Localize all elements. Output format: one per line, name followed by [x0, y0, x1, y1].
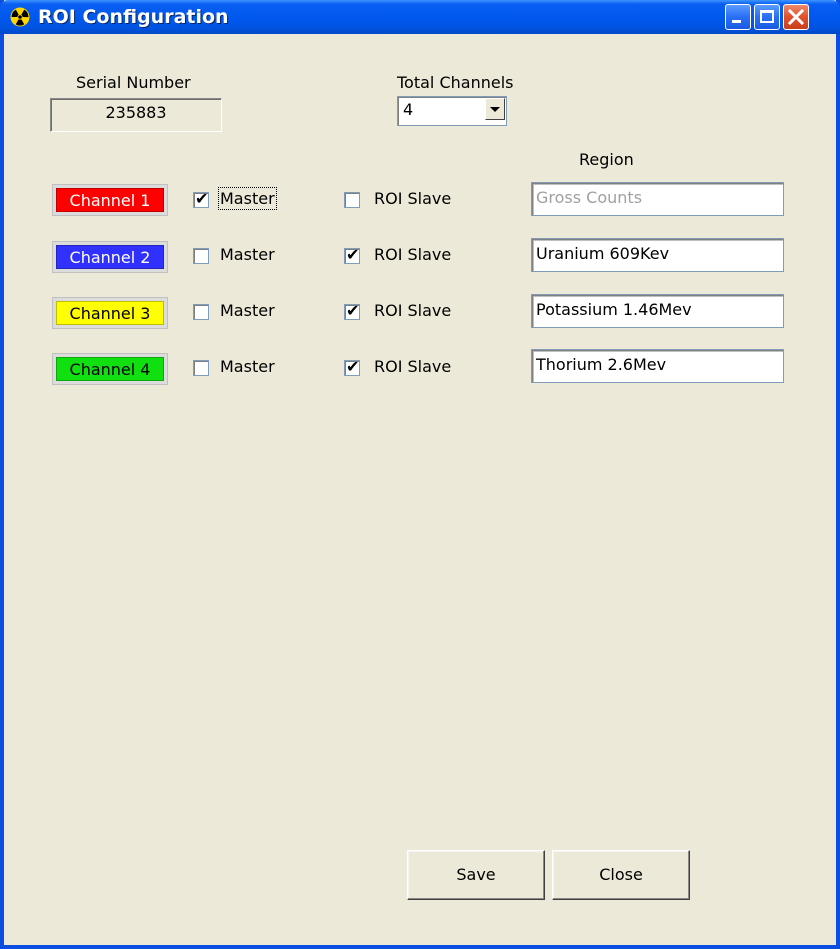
save-button[interactable]: Save [407, 850, 545, 900]
channel-1-master-label[interactable]: Master [218, 187, 277, 210]
channel-4-master-label[interactable]: Master [220, 357, 275, 376]
channel-1-slave-checkbox[interactable] [344, 192, 360, 208]
channel-4-slave-label[interactable]: ROI Slave [374, 357, 451, 376]
checkmark-icon: ✔ [346, 301, 360, 320]
channel-2-slave-checkbox[interactable]: ✔ [344, 245, 360, 264]
channel-1-slave-label[interactable]: ROI Slave [374, 189, 451, 208]
close-window-button[interactable] [783, 4, 809, 30]
checkmark-icon: ✔ [346, 357, 360, 376]
channel-1-button[interactable]: Channel 1 [52, 184, 168, 216]
channel-3-master-checkbox[interactable] [193, 304, 209, 320]
region-header: Region [579, 150, 634, 169]
channel-3-slave-label[interactable]: ROI Slave [374, 301, 451, 320]
maximize-button[interactable] [754, 4, 780, 30]
close-icon [787, 8, 805, 26]
channel-3-label: Channel 3 [56, 301, 164, 325]
close-button[interactable]: Close [552, 850, 690, 900]
channel-4-label: Channel 4 [56, 357, 164, 381]
checkmark-icon: ✔ [346, 245, 360, 264]
channel-2-master-label[interactable]: Master [220, 245, 275, 264]
channel-4-region-input[interactable]: Thorium 2.6Mev [531, 349, 784, 383]
roi-configuration-window: ROI Configuration Serial Number 235883 T… [0, 0, 840, 949]
channel-2-button[interactable]: Channel 2 [52, 241, 168, 273]
channel-3-master-label[interactable]: Master [220, 301, 275, 320]
channel-3-button[interactable]: Channel 3 [52, 297, 168, 329]
total-channels-value: 4 [403, 100, 414, 119]
channel-3-slave-checkbox[interactable]: ✔ [344, 301, 360, 320]
channel-4-master-checkbox[interactable] [193, 360, 209, 376]
chevron-down-icon [490, 107, 500, 112]
channel-2-region-input[interactable]: Uranium 609Kev [531, 238, 784, 272]
dropdown-button[interactable] [485, 98, 505, 120]
channel-4-button[interactable]: Channel 4 [52, 353, 168, 385]
channel-1-label: Channel 1 [56, 188, 164, 212]
channel-4-slave-checkbox[interactable]: ✔ [344, 357, 360, 376]
channel-2-label: Channel 2 [56, 245, 164, 269]
window-title: ROI Configuration [38, 6, 229, 28]
serial-number-field: 235883 [50, 98, 222, 132]
channel-1-region-input[interactable]: Gross Counts [531, 182, 784, 216]
minimize-button[interactable] [725, 4, 751, 30]
title-bar[interactable]: ROI Configuration [0, 0, 840, 34]
channel-1-master-checkbox[interactable]: ✔ [193, 189, 209, 208]
total-channels-select[interactable]: 4 [397, 96, 507, 126]
channel-2-master-checkbox[interactable] [193, 248, 209, 264]
channel-2-slave-label[interactable]: ROI Slave [374, 245, 451, 264]
minimize-icon [732, 20, 741, 23]
maximize-icon [760, 10, 774, 23]
serial-number-label: Serial Number [76, 73, 191, 92]
channel-3-region-input[interactable]: Potassium 1.46Mev [531, 294, 784, 328]
total-channels-label: Total Channels [397, 73, 514, 92]
radiation-icon [10, 7, 30, 27]
checkmark-icon: ✔ [195, 189, 209, 208]
